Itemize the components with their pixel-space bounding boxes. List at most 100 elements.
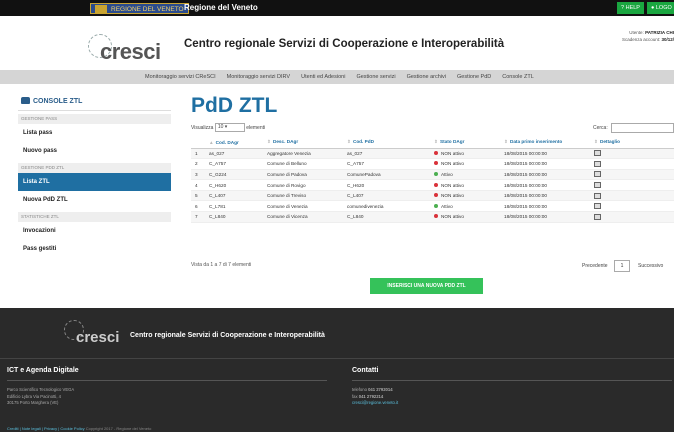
nav-item-gestione-pdd[interactable]: Gestione PdD — [457, 70, 491, 84]
cresci-logo[interactable]: cresci — [84, 34, 176, 68]
nav-item-gestione-servizi[interactable]: Gestione servizi — [356, 70, 395, 84]
detail-icon[interactable] — [594, 150, 601, 157]
cod-dagr-cell-text: C_L407 — [209, 193, 226, 199]
stato-cell: NON attivo — [430, 158, 500, 170]
detail-icon[interactable] — [594, 213, 601, 220]
table-row[interactable]: 7 C_L840 Comune di Vicenza C_L840 NON attivo… — [191, 211, 674, 223]
pdd-ztl-table: ▲ Cod. DAgr ⇕ Desc. DAgr ⇕ Cod. PdD ⇕ Stato … — [191, 137, 674, 223]
pagination-page[interactable]: 1 — [614, 260, 630, 272]
desc-dagr-cell: Comune di Treviso — [263, 190, 343, 202]
detail-icon[interactable] — [594, 192, 601, 199]
top-bar: REGIONE DEL VENETO Regione del Veneto ? … — [0, 0, 674, 16]
stato-cell: NON attivo — [430, 179, 500, 191]
footer-section-ict: ICT e Agenda Digitale — [7, 367, 79, 374]
sidebar-section-pass: GESTIONE PASS — [18, 114, 171, 124]
sidebar-item-invocazioni[interactable]: Invocazioni — [18, 222, 171, 240]
column-header-stato-dagr[interactable]: ⇕ Stato DAgr — [430, 137, 500, 149]
row-index: 6 — [191, 200, 205, 213]
cod-pdd-cell-text: C_L840 — [347, 214, 364, 220]
region-title: Regione del Veneto — [184, 3, 258, 12]
sidebar-item-lista-ztl[interactable]: Lista ZTL — [18, 173, 171, 191]
page-title: PdD ZTL — [191, 94, 278, 117]
column-header-desc-dagr[interactable]: ⇕ Desc. DAgr — [263, 137, 343, 149]
row-index-text: 3 — [195, 171, 198, 177]
column-header-dettaglio[interactable]: ⇕ Dettaglio — [590, 137, 674, 149]
data-cell: 18/08/2015 00:00:00 — [500, 169, 590, 181]
sidebar-title-label: CONSOLE ZTL — [33, 98, 83, 105]
user-info: Utente: PATRIZIA CHI Scadenza account: 3… — [574, 29, 674, 43]
table-controls: Visualizza 10 ▾ elementi Cerca: — [191, 123, 674, 133]
users-icon — [21, 97, 30, 104]
cod-dagr-cell-text: C_L781 — [209, 203, 226, 209]
nav-item-monitoraggio-cresci[interactable]: Monitoraggio servizi CReSCI — [145, 70, 216, 84]
footer-divider — [0, 358, 674, 359]
cod-dagr-cell-text: as_027 — [209, 150, 225, 156]
data-cell-text: 18/08/2015 00:00:00 — [504, 214, 548, 220]
row-index-text: 5 — [195, 193, 198, 199]
dettaglio-cell — [590, 200, 674, 213]
nav-item-gestione-archivi[interactable]: Gestione archivi — [407, 70, 446, 84]
help-button[interactable]: ? HELP — [617, 2, 644, 14]
page-size-select[interactable]: 10 ▾ — [214, 123, 245, 132]
table-row[interactable]: 5 C_L407 Comune di Treviso C_L407 NON attivo… — [191, 190, 674, 202]
footer-legal-links[interactable]: Crediti | Note legali | Privacy | Cookie… — [7, 426, 85, 431]
column-header-cod-dagr[interactable]: ▲ Cod. DAgr — [205, 137, 263, 149]
nav-item-utenti[interactable]: Utenti ed Adesioni — [301, 70, 345, 84]
footer-bottom: Crediti | Note legali | Privacy | Cookie… — [7, 426, 151, 431]
data-cell: 18/08/2015 00:00:00 — [500, 190, 590, 202]
logo-text: cresci — [100, 39, 161, 64]
table-row[interactable]: 3 C_G224 Comune di Padova ComunePadova Attiv… — [191, 169, 674, 181]
sidebar-item-nuovo-pass[interactable]: Nuovo pass — [18, 142, 171, 160]
table-row[interactable]: 1 as_027 Aggregatore Venezia as_027 NON atti… — [191, 148, 674, 160]
data-cell: 18/08/2015 00:00:00 — [500, 179, 590, 191]
stato-cell: NON attivo — [430, 148, 500, 160]
address-line: Parco Scientifico Tecnologico VEGA — [7, 387, 75, 392]
logout-button[interactable]: ● LOGO — [647, 2, 674, 14]
sidebar-item-lista-pass[interactable]: Lista pass — [18, 124, 171, 142]
cod-pdd-cell-text: C_L407 — [347, 193, 364, 199]
pagination-next[interactable]: Successivo — [638, 263, 663, 269]
row-index: 3 — [191, 169, 205, 181]
email-link[interactable]: cresci@regione.veneto.it — [352, 400, 398, 407]
data-cell: 18/08/2015 00:00:00 — [500, 158, 590, 170]
detail-icon[interactable] — [594, 182, 601, 189]
footer-logo: cresci — [62, 320, 120, 354]
header: cresci Centro regionale Servizi di Coope… — [0, 16, 674, 70]
cod-pdd-cell: as_027 — [343, 148, 430, 160]
nav-item-console-ztl[interactable]: Console ZTL — [502, 70, 534, 84]
insert-pdd-ztl-button[interactable]: INSERISCI UNA NUOVA PDD ZTL — [370, 278, 483, 294]
data-cell-text: 18/08/2015 00:00:00 — [504, 203, 548, 209]
table-row[interactable]: 6 C_L781 Comune di Venezia comunedivenezia A… — [191, 200, 674, 213]
detail-icon[interactable] — [594, 171, 601, 178]
detail-icon[interactable] — [594, 203, 601, 210]
sidebar-item-pass-gestiti[interactable]: Pass gestiti — [18, 240, 171, 258]
search-label: Cerca: — [593, 125, 608, 131]
row-index-text: 6 — [195, 203, 198, 209]
search-input[interactable] — [611, 123, 674, 133]
table-row[interactable]: 2 C_A757 Comune di Belluno C_A757 NON attivo… — [191, 158, 674, 170]
pagination-previous[interactable]: Precedente — [582, 263, 608, 269]
cod-pdd-cell-text: ComunePadova — [347, 171, 381, 177]
address-line: 30175 Porto Marghera (VE) — [7, 400, 59, 405]
sidebar-item-nuova-pdd-ztl[interactable]: Nuova PdD ZTL — [18, 191, 171, 209]
data-cell-text: 18/08/2015 00:00:00 — [504, 150, 548, 156]
nav-item-monitoraggio-dirv[interactable]: Monitoraggio servizi DIRV — [227, 70, 290, 84]
column-header-data-inserimento[interactable]: ⇕ Data primo inserimento — [500, 137, 590, 149]
row-index-text: 1 — [195, 150, 198, 156]
column-header-cod-pdd[interactable]: ⇕ Cod. PdD — [343, 137, 430, 149]
data-cell-text: 18/08/2015 00:00:00 — [504, 161, 548, 167]
footer: cresci Centro regionale Servizi di Coope… — [0, 308, 674, 432]
phone-label: telefono — [352, 387, 367, 392]
table-row[interactable]: 4 C_H620 Comune di Rovigo C_H620 NON attivo 1… — [191, 179, 674, 191]
expiry-value: 30/12/ — [661, 37, 674, 42]
footer-section-contatti: Contatti — [352, 367, 379, 374]
detail-icon[interactable] — [594, 160, 601, 167]
region-badge[interactable]: REGIONE DEL VENETO — [90, 3, 189, 14]
footer-logo-text: cresci — [76, 329, 120, 346]
desc-dagr-cell: Comune di Rovigo — [263, 179, 343, 191]
desc-dagr-cell-text: Aggregatore Venezia — [267, 150, 311, 156]
stato-cell-text: Attivo — [441, 171, 453, 177]
desc-dagr-cell-text: Comune di Belluno — [267, 161, 307, 167]
cod-dagr-cell: C_L781 — [205, 200, 263, 213]
table-info: Vista da 1 a 7 di 7 elementi — [191, 262, 252, 268]
